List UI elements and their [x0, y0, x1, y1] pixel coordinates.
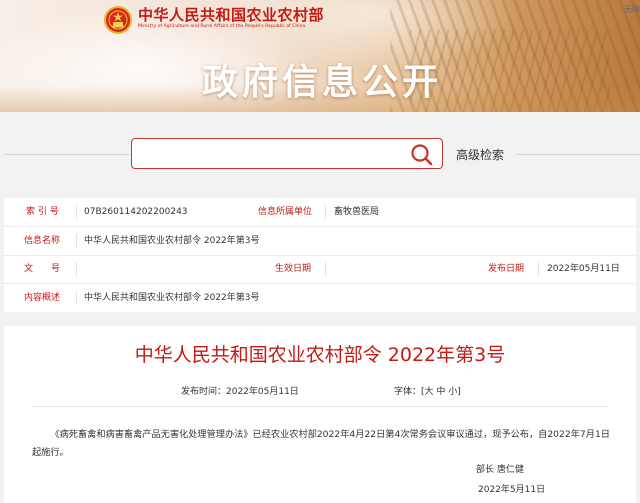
search-box — [131, 138, 443, 169]
owner-value: 畜牧兽医局 — [334, 207, 380, 217]
summary-value: 中华人民共和国农业农村部令 2022年第3号 — [84, 293, 260, 303]
document-sign-date: 2022年5月11日 — [478, 485, 546, 495]
docno-label: 文 号 — [24, 264, 61, 274]
column-divider — [76, 262, 77, 276]
search-icon[interactable] — [409, 143, 435, 166]
advanced-search-link[interactable]: 高级检索 — [456, 146, 504, 163]
accessibility-link[interactable]: 无障 — [624, 4, 640, 15]
document-signer: 部长 唐仁健 — [476, 465, 524, 475]
name-label: 信息名称 — [24, 236, 61, 246]
publish-time: 发布时间：2022年05月11日 — [181, 387, 299, 397]
column-divider — [538, 262, 539, 276]
info-row: 文 号 生效日期 发布日期 2022年05月11日 — [4, 255, 636, 284]
summary-label: 内容概述 — [24, 293, 61, 303]
effective-date-label: 生效日期 — [275, 264, 312, 274]
info-table: 索 引 号 07B260114202200243 信息所属单位 畜牧兽医局 信息… — [4, 198, 636, 312]
column-divider — [325, 205, 326, 219]
ministry-name: 中华人民共和国农业农村部 — [138, 6, 325, 24]
info-row: 内容概述 中华人民共和国农业农村部令 2022年第3号 — [4, 284, 636, 312]
owner-label: 信息所属单位 — [258, 207, 313, 217]
column-divider — [76, 291, 77, 305]
ministry-name-en: Ministry of Agriculture and Rural Affair… — [138, 24, 306, 29]
index-label: 索 引 号 — [26, 207, 59, 217]
column-divider — [76, 205, 77, 219]
info-row: 索 引 号 07B260114202200243 信息所属单位 畜牧兽医局 — [4, 198, 636, 227]
name-value: 中华人民共和国农业农村部令 2022年第3号 — [84, 236, 260, 246]
document-body: 《病死畜禽和病害畜禽产品无害化处理管理办法》已经农业农村部2022年4月22日第… — [32, 429, 610, 458]
search-divider-right — [516, 154, 640, 155]
column-divider — [76, 234, 77, 248]
national-emblem-icon — [104, 6, 132, 34]
publish-date-value: 2022年05月11日 — [547, 264, 620, 274]
index-value: 07B260114202200243 — [84, 207, 188, 217]
publish-date-label: 发布日期 — [488, 264, 525, 274]
section-title: 政府信息公开 — [202, 62, 443, 103]
document-divider — [32, 406, 608, 407]
info-row: 信息名称 中华人民共和国农业农村部令 2022年第3号 — [4, 227, 636, 256]
search-divider-left — [4, 154, 130, 155]
header-banner: 中华人民共和国农业农村部 Ministry of Agriculture and… — [0, 0, 640, 112]
document-panel: 中华人民共和国农业农村部令 2022年第3号 发布时间：2022年05月11日 … — [4, 326, 636, 503]
column-divider — [325, 262, 326, 276]
search-input[interactable] — [132, 139, 402, 168]
document-title: 中华人民共和国农业农村部令 2022年第3号 — [134, 344, 506, 366]
font-size-switcher[interactable]: 字体：[大 中 小] — [394, 384, 461, 397]
